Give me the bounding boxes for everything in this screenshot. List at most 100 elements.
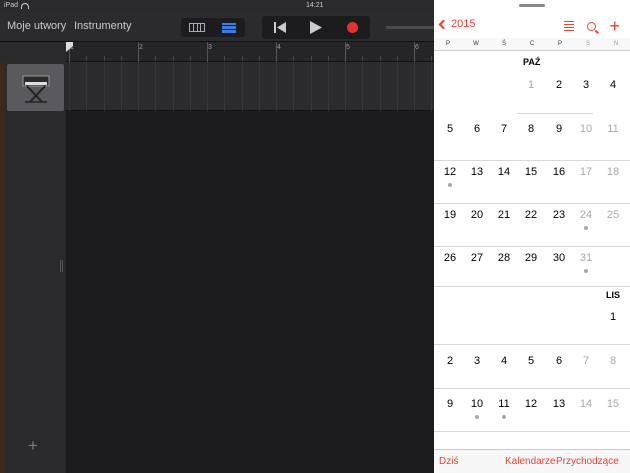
go-to-start-button[interactable] [262,16,298,39]
calendar-day[interactable]: 26 [436,243,464,286]
search-icon[interactable] [587,21,597,31]
calendar-day[interactable]: 23 [545,200,573,243]
calendar-day[interactable]: 6 [463,114,491,157]
calendar-day[interactable]: 7 [572,346,600,389]
calendar-day[interactable]: 9 [436,389,464,432]
calendar-day[interactable]: 24 [572,200,600,243]
list-view-icon[interactable] [564,20,575,32]
track-lane[interactable] [66,62,434,111]
week-separator [434,344,630,345]
calendar-day[interactable]: 21 [490,200,518,243]
calendar-day[interactable]: 10 [463,389,491,432]
weekday-header: P W Ś C P S N [434,38,630,51]
calendar-day[interactable]: 27 [463,243,491,286]
calendar-day[interactable]: 17 [572,157,600,200]
today-button[interactable]: Dziś [439,456,458,467]
weekday-label: W [473,41,479,47]
track-header-keyboard[interactable] [7,64,64,111]
calendar-day[interactable]: 16 [545,157,573,200]
inbox-button[interactable]: Przychodzące [556,456,619,467]
calendar-day[interactable]: 8 [517,114,545,157]
calendar-day[interactable]: 15 [517,157,545,200]
calendar-day-number: 2 [446,355,454,367]
add-track-button[interactable]: + [28,437,38,454]
transport-controls [262,16,370,39]
calendar-day-number: 1 [527,79,535,91]
calendar-day[interactable]: 1 [599,302,627,345]
add-event-icon[interactable]: + [609,17,620,35]
toolbar: Moje utwory Instrumenty [0,12,436,42]
calendar-day[interactable]: 4 [490,346,518,389]
calendar-day[interactable]: 28 [490,243,518,286]
calendar-day-number: 8 [609,355,617,367]
calendar-day[interactable]: 12 [436,157,464,200]
record-button[interactable] [334,16,370,39]
calendar-day[interactable]: 6 [545,346,573,389]
calendar-day[interactable]: 2 [545,70,573,113]
event-dot [475,415,479,419]
week-separator [599,286,630,287]
calendar-day[interactable]: 2 [436,346,464,389]
calendar-day[interactable]: 9 [545,114,573,157]
keyboard-instrument-icon [22,75,49,103]
week-separator [434,286,599,287]
weekday-label: Ś [501,41,506,47]
bar-number: 3 [208,44,212,51]
calendar-day[interactable]: 22 [517,200,545,243]
bar-number: 5 [346,44,350,51]
calendar-day[interactable]: 8 [599,346,627,389]
slide-over-grabber[interactable] [519,4,545,7]
master-volume-slider[interactable] [386,26,436,29]
event-dot [448,183,452,187]
event-dot [502,415,506,419]
calendar-day[interactable]: 11 [490,389,518,432]
wifi-icon [21,2,30,9]
calendar-day[interactable]: 25 [599,200,627,243]
calendar-day[interactable]: 14 [490,157,518,200]
instruments-button[interactable]: Instrumenty [74,20,131,32]
column-resize-handle[interactable] [60,260,63,272]
timeline-ruler[interactable]: 1 2 3 4 5 6 [66,42,467,62]
record-icon [346,22,358,33]
back-to-year-button[interactable]: 2015 [438,18,475,30]
calendar-day-number: 9 [555,123,563,135]
month-label-october: PAŹ [523,57,541,67]
weekday-label: P [557,41,562,47]
calendar-day[interactable]: 3 [463,346,491,389]
calendar-day-number: 2 [555,79,563,91]
calendar-day-number: 1 [609,311,617,323]
calendar-day-number: 7 [500,123,508,135]
calendar-day[interactable]: 11 [599,114,627,157]
play-button[interactable] [298,16,334,39]
calendar-day[interactable]: 15 [599,389,627,432]
instrument-view-button[interactable] [181,18,213,37]
my-songs-button[interactable]: Moje utwory [7,20,66,32]
calendar-day[interactable]: 4 [599,70,627,113]
calendar-day[interactable]: 31 [572,243,600,286]
calendar-day[interactable]: 1 [517,70,545,113]
calendar-toolbar: Dziś Kalendarze Przychodzące [434,449,630,473]
calendar-day[interactable]: 18 [599,157,627,200]
calendar-day[interactable]: 14 [572,389,600,432]
calendar-day-number: 14 [579,398,593,410]
calendar-day[interactable]: 13 [463,157,491,200]
calendar-day[interactable]: 7 [490,114,518,157]
tracks-view-button[interactable] [213,18,245,37]
calendar-day-number: 6 [473,123,481,135]
calendar-day[interactable]: 20 [463,200,491,243]
calendar-day[interactable]: 10 [572,114,600,157]
calendar-day[interactable]: 3 [572,70,600,113]
calendar-day[interactable]: 29 [517,243,545,286]
calendar-day[interactable]: 5 [436,114,464,157]
calendar-day[interactable]: 30 [545,243,573,286]
play-icon [310,21,322,34]
calendar-day[interactable]: 13 [545,389,573,432]
calendar-panel: 2015 + P W Ś C P S N PAŹ LIS 1 2 3 4 5 6 7 8 9 10… [434,0,630,473]
calendar-nav-bar: 2015 + [434,12,630,38]
calendar-day[interactable]: 5 [517,346,545,389]
calendar-day-number: 11 [607,123,619,135]
calendar-day[interactable]: 19 [436,200,464,243]
calendar-day-number: 13 [552,398,566,410]
calendar-day[interactable]: 12 [517,389,545,432]
calendars-button[interactable]: Kalendarze [505,456,556,467]
